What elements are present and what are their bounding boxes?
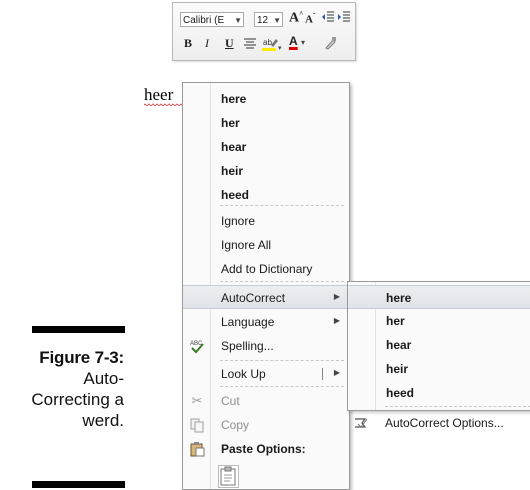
format-painter-icon [325, 37, 336, 50]
autocorrect-suggestion-label: hear [386, 338, 412, 352]
autocorrect-item[interactable]: AutoCorrect ▶ [183, 285, 349, 309]
spelling-squiggle [144, 103, 184, 106]
menu-separator [220, 386, 344, 387]
autocorrect-suggestion-item[interactable]: her [348, 309, 530, 333]
caption-bottom-rule [32, 481, 125, 488]
keep-text-only-button[interactable] [218, 465, 239, 488]
scissors-icon: ✂ [191, 393, 203, 408]
context-menu: here her hear heir heed Ignore Ignore Al… [182, 82, 350, 490]
spelling-check-icon: ABC [189, 338, 205, 354]
caption-line: Correcting a [31, 390, 124, 409]
submenu-arrow-icon[interactable]: ▶ [334, 368, 340, 377]
font-name-value: Calibri (E [183, 15, 225, 26]
grow-font-label: A [289, 10, 300, 26]
center-align-button[interactable] [243, 37, 257, 53]
paste-options-label: Paste Options: [221, 442, 306, 456]
suggestion-item[interactable]: her [183, 111, 349, 135]
font-size-dropdown[interactable]: 12 ▼ [254, 12, 283, 27]
submenu-arrow-icon: ▶ [333, 316, 340, 325]
split-divider [322, 368, 323, 380]
decrease-indent-icon [322, 11, 334, 22]
font-size-value: 12 [257, 15, 269, 26]
shrink-font-label: A [305, 13, 313, 26]
spelling-label: Spelling... [221, 339, 274, 353]
chevron-down-icon: ▼ [273, 16, 281, 25]
copy-item[interactable]: Copy [183, 413, 349, 437]
menu-separator [220, 281, 344, 282]
autocorrect-suggestion-item[interactable]: heed [348, 381, 530, 405]
highlighter-icon: ab ▾ [262, 38, 282, 52]
shrink-font-button[interactable]: Aˇ [305, 12, 315, 26]
ignore-label: Ignore [221, 214, 256, 228]
ignore-all-item[interactable]: Ignore All [183, 233, 349, 257]
bold-button[interactable]: B [184, 36, 192, 51]
menu-separator [220, 360, 344, 361]
menu-separator [220, 205, 344, 206]
underline-button[interactable]: U [225, 36, 234, 51]
add-to-dictionary-item[interactable]: Add to Dictionary [183, 257, 349, 281]
look-up-item[interactable]: Look Up ▶ [183, 362, 349, 386]
suggestion-label: her [221, 116, 240, 130]
highlight-button[interactable]: ab ▾ [261, 36, 283, 54]
suggestion-label: here [221, 92, 247, 106]
mini-toolbar: Calibri (E ▼ 12 ▼ A^ Aˇ B I U ab ▾ A ▾ [172, 2, 356, 61]
font-name-dropdown[interactable]: Calibri (E ▼ [180, 12, 244, 27]
autocorrect-suggestion-label: here [386, 291, 412, 305]
suggestion-item[interactable]: hear [183, 135, 349, 159]
clipboard-icon [189, 441, 205, 457]
autocorrect-options-item[interactable]: AutoCorrect Options... [347, 411, 530, 435]
italic-button[interactable]: I [205, 36, 209, 51]
paste-text-only-icon [220, 466, 236, 486]
misspelled-word[interactable]: heer [144, 85, 173, 105]
copy-label: Copy [221, 418, 250, 432]
suggestion-label: heir [221, 164, 244, 178]
autocorrect-label: AutoCorrect [221, 291, 286, 305]
autocorrect-options-icon [353, 415, 369, 431]
cut-item[interactable]: ✂ Cut [183, 389, 349, 413]
font-color-button[interactable]: A ▾ [289, 34, 305, 48]
caption-line: Auto- [83, 369, 124, 388]
spelling-item[interactable]: ABC Spelling... [183, 334, 349, 358]
submenu-arrow-icon: ▶ [333, 292, 340, 301]
suggestion-item[interactable]: heed [183, 183, 349, 207]
chevron-down-icon: ▾ [301, 38, 306, 47]
grow-font-button[interactable]: A^ [289, 10, 303, 27]
suggestion-item[interactable]: heir [183, 159, 349, 183]
center-align-icon [244, 38, 256, 49]
ignore-all-label: Ignore All [221, 238, 272, 252]
ignore-item[interactable]: Ignore [183, 209, 349, 233]
add-to-dictionary-label: Add to Dictionary [221, 262, 313, 276]
autocorrect-suggestion-label: heir [386, 362, 409, 376]
caption-line: werd. [82, 411, 124, 430]
figure-number: Figure 7-3: [39, 348, 124, 367]
copy-icon [189, 417, 205, 433]
figure-caption: Figure 7-3: Auto- Correcting a werd. [0, 347, 124, 431]
caption-top-rule [32, 326, 125, 333]
svg-text:▾: ▾ [278, 45, 282, 51]
cut-label: Cut [221, 394, 240, 408]
submenu-separator [385, 406, 530, 407]
increase-indent-button[interactable] [337, 10, 351, 27]
decrease-indent-button[interactable] [321, 10, 335, 27]
chevron-down-icon: ▼ [234, 16, 242, 25]
autocorrect-submenu: here her hear heir heed [347, 281, 530, 411]
language-label: Language [221, 315, 275, 329]
font-color-label: A [289, 34, 298, 48]
autocorrect-suggestion-item[interactable]: hear [348, 333, 530, 357]
suggestion-label: hear [221, 140, 247, 154]
autocorrect-suggestion-label: her [386, 314, 405, 328]
svg-text:ab: ab [263, 38, 272, 47]
look-up-label: Look Up [221, 367, 266, 381]
suggestion-item[interactable]: here [183, 87, 349, 111]
suggestion-label: heed [221, 188, 250, 202]
autocorrect-options-label: AutoCorrect Options... [385, 416, 504, 430]
autocorrect-suggestion-item[interactable]: heir [348, 357, 530, 381]
format-painter-button[interactable] [323, 36, 337, 53]
language-item[interactable]: Language ▶ [183, 310, 349, 334]
autocorrect-suggestion-label: heed [386, 386, 415, 400]
paste-options-row [183, 457, 349, 489]
autocorrect-suggestion-item[interactable]: here [348, 285, 530, 309]
increase-indent-icon [338, 11, 350, 22]
